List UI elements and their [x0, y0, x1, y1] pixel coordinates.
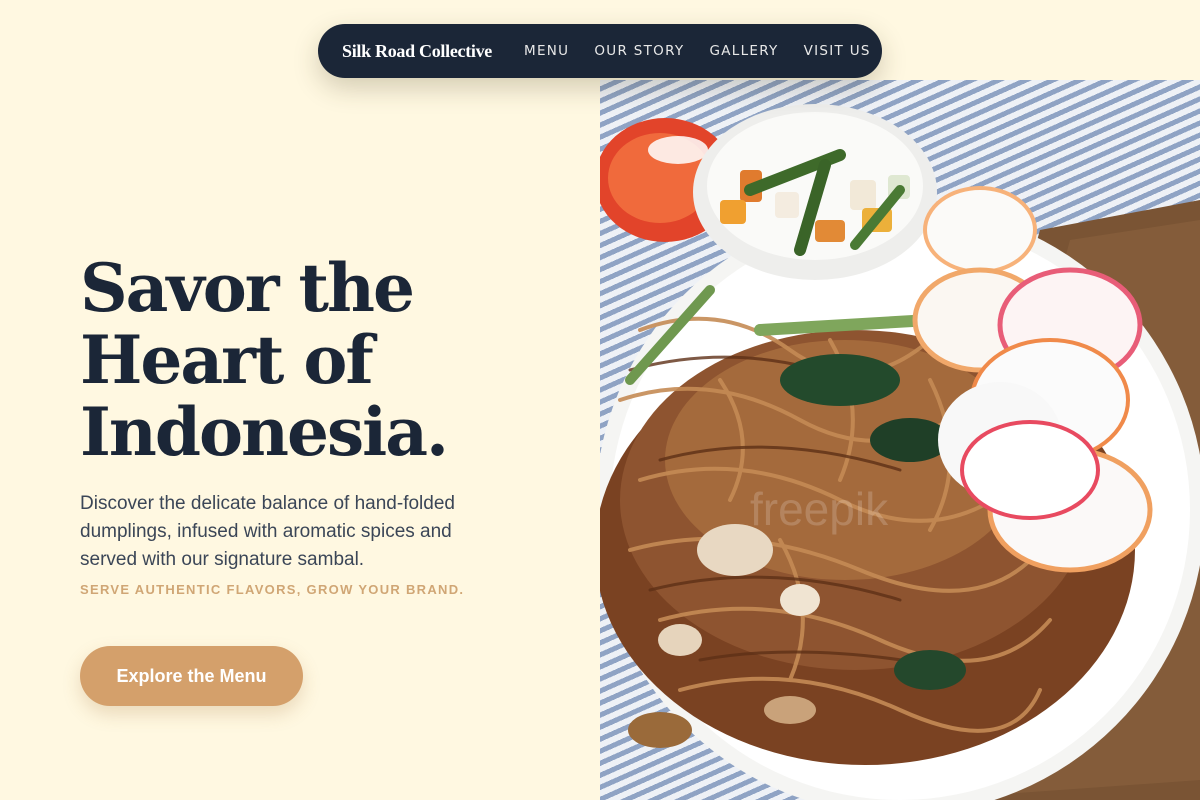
nav-link-visit-us[interactable]: VISIT US: [804, 43, 871, 59]
brand-logo[interactable]: Silk Road Collective: [342, 41, 492, 62]
nav-link-our-story[interactable]: OUR STORY: [594, 43, 684, 59]
hero-section: Savor the Heart of Indonesia. Discover t…: [80, 252, 580, 597]
nav-link-gallery[interactable]: GALLERY: [709, 43, 778, 59]
explore-menu-button[interactable]: Explore the Menu: [80, 646, 303, 706]
hero-tagline: SERVE AUTHENTIC FLAVORS, GROW YOUR BRAND…: [80, 582, 465, 597]
hero-title-line-2: Heart of: [80, 321, 374, 399]
hero-title-line-3: Indonesia.: [80, 393, 449, 471]
hero-title-line-1: Savor the: [80, 249, 415, 327]
hero-title: Savor the Heart of Indonesia.: [80, 252, 580, 468]
hero-food-image: freepik: [600, 80, 1200, 800]
page: Silk Road Collective MENU OUR STORY GALL…: [0, 0, 1200, 800]
hero-description: Discover the delicate balance of hand-fo…: [80, 493, 455, 570]
nav-link-menu[interactable]: MENU: [524, 43, 569, 59]
nav-links: MENU OUR STORY GALLERY VISIT US: [524, 43, 871, 59]
image-watermark: freepik: [750, 483, 889, 535]
top-navigation: Silk Road Collective MENU OUR STORY GALL…: [318, 24, 882, 78]
